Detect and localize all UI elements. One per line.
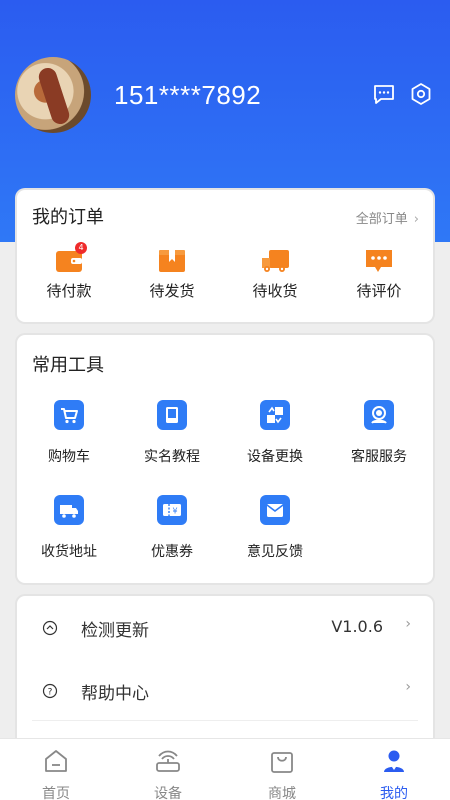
order-pending-payment[interactable]: 4 待付款 — [29, 242, 109, 301]
svg-text:¥: ¥ — [172, 507, 177, 516]
shop-bag-icon — [271, 752, 293, 773]
tool-label: 实名教程 — [144, 449, 200, 465]
chevron-right-icon: › — [405, 679, 411, 695]
tool-label: 意见反馈 — [247, 544, 303, 560]
tools-card: 常用工具 购物车 实名教程 设备更换 客服服务 收货地址 ¥ 优惠券 意见反馈 — [17, 335, 433, 583]
update-icon — [42, 620, 58, 636]
message-icon[interactable] — [372, 82, 396, 106]
all-orders-link[interactable]: 全部订单 › — [356, 208, 419, 227]
book-icon — [157, 400, 187, 430]
svg-text:?: ? — [48, 688, 53, 698]
order-label: 待收货 — [252, 282, 298, 300]
cart-icon — [54, 400, 84, 430]
avatar[interactable] — [15, 57, 91, 133]
user-phone: 151****7892 — [114, 80, 262, 110]
truck-icon — [262, 250, 289, 272]
order-label: 待发货 — [149, 282, 195, 300]
delivery-icon — [54, 495, 84, 525]
coupon-icon: ¥ — [157, 495, 187, 525]
order-label: 待付款 — [46, 282, 92, 300]
order-pending-receipt[interactable]: 待收货 — [235, 248, 315, 301]
package-icon — [159, 250, 185, 272]
profile-icon — [384, 750, 404, 772]
help-center-row[interactable]: ? 帮助中心 › — [17, 659, 433, 721]
chevron-right-icon: › — [413, 212, 419, 227]
tab-home[interactable]: 首页 — [0, 747, 112, 800]
tab-label: 首页 — [42, 786, 70, 800]
orders-title: 我的订单 — [32, 207, 104, 228]
order-badge: 4 — [75, 242, 87, 254]
settings-icon[interactable] — [409, 82, 433, 106]
tool-label: 客服服务 — [351, 449, 407, 465]
router-icon — [156, 750, 180, 772]
tool-feedback[interactable]: 意见反馈 — [225, 495, 325, 561]
orders-card: 我的订单 全部订单 › 4 待付款 待发货 待收货 待评价 — [17, 190, 433, 322]
tab-mine[interactable]: 我的 — [338, 747, 450, 800]
tools-title: 常用工具 — [32, 355, 104, 376]
headset-icon — [364, 400, 394, 430]
version-value: V1.0.6 — [331, 617, 383, 636]
tab-label: 商城 — [268, 786, 296, 800]
order-pending-shipment[interactable]: 待发货 — [132, 248, 212, 301]
mail-icon — [260, 495, 290, 525]
bottom-tab-bar: 首页 设备 商城 我的 — [0, 738, 450, 800]
tool-device-swap[interactable]: 设备更换 — [225, 400, 325, 466]
tool-label: 设备更换 — [247, 449, 303, 465]
tool-realname-guide[interactable]: 实名教程 — [122, 400, 222, 466]
tool-cart[interactable]: 购物车 — [19, 400, 119, 466]
tool-label: 优惠券 — [151, 544, 193, 560]
setting-label: 帮助中心 — [81, 684, 149, 704]
setting-label: 检测更新 — [81, 621, 149, 641]
all-orders-label: 全部订单 — [355, 212, 408, 227]
tab-device[interactable]: 设备 — [112, 747, 224, 800]
tool-label: 收货地址 — [41, 544, 97, 560]
tab-label: 我的 — [380, 786, 408, 800]
settings-card: 检测更新 V1.0.6 › ? 帮助中心 › — [17, 596, 433, 756]
tool-label: 购物车 — [48, 449, 90, 465]
tool-coupons[interactable]: ¥ 优惠券 — [122, 495, 222, 561]
divider — [32, 720, 418, 721]
chevron-right-icon: › — [405, 616, 411, 632]
tab-shop[interactable]: 商城 — [226, 747, 338, 800]
comment-icon — [366, 250, 392, 272]
check-update-row[interactable]: 检测更新 V1.0.6 › — [17, 596, 433, 658]
tool-customer-service[interactable]: 客服服务 — [329, 400, 429, 466]
tool-address[interactable]: 收货地址 — [19, 495, 119, 561]
help-icon: ? — [42, 683, 58, 699]
swap-icon — [260, 400, 290, 430]
tab-label: 设备 — [154, 786, 182, 800]
order-label: 待评价 — [356, 282, 402, 300]
home-icon — [45, 750, 67, 772]
order-pending-review[interactable]: 待评价 — [339, 248, 419, 301]
